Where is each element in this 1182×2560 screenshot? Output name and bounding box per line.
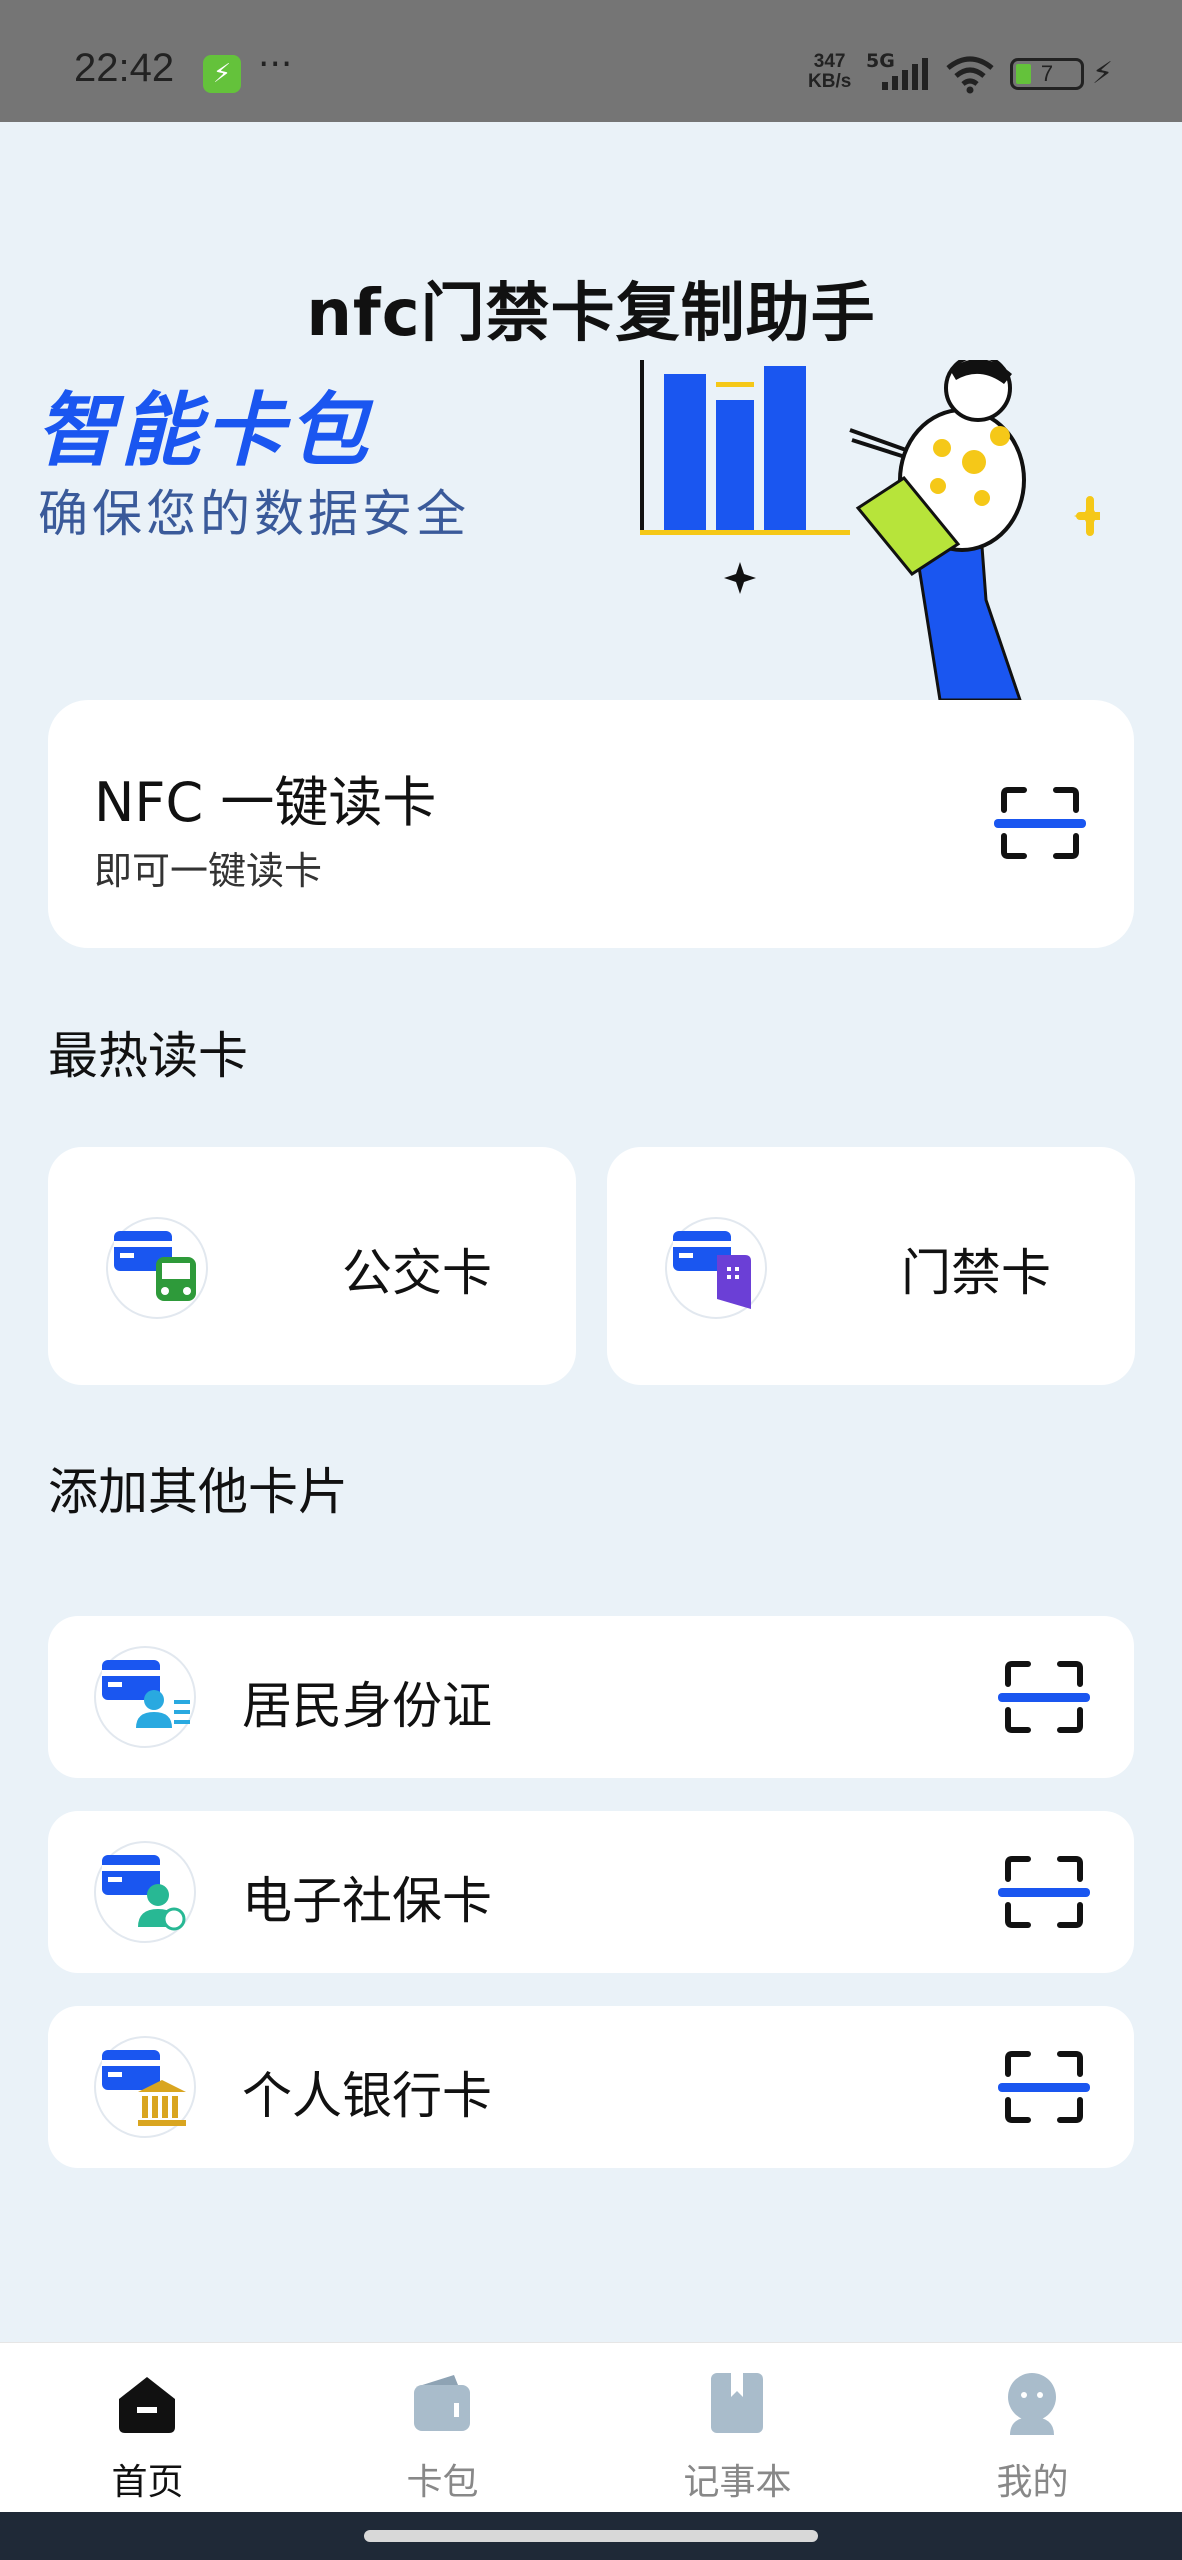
more-notifications-icon: ··· — [258, 44, 293, 85]
row-bank-card[interactable]: 个人银行卡 — [48, 2006, 1134, 2168]
system-nav-bar — [0, 2512, 1182, 2560]
scan-icon[interactable] — [998, 2050, 1090, 2124]
hot-card-bus-label: 公交卡 — [342, 1244, 492, 1302]
wallet-icon — [414, 2375, 470, 2431]
wifi-icon — [946, 56, 994, 94]
access-card-icon — [665, 1217, 767, 1319]
id-card-icon — [94, 1646, 196, 1748]
tab-wallet-label: 卡包 — [406, 2462, 479, 2503]
hot-card-access[interactable]: 门禁卡 — [607, 1147, 1135, 1385]
page-title: nfc门禁卡复制助手 — [306, 277, 876, 351]
row-social-security-card[interactable]: 电子社保卡 — [48, 1811, 1134, 1973]
banner-subtitle: 确保您的数据安全 — [38, 485, 470, 543]
bottom-tab-bar: 首页 卡包 记事本 我的 — [0, 2342, 1182, 2512]
home-indicator[interactable] — [364, 2530, 818, 2542]
row-bank-card-label: 个人银行卡 — [242, 2067, 492, 2125]
scan-icon[interactable] — [994, 786, 1086, 860]
battery-percent: 7 — [1040, 61, 1054, 86]
tab-home[interactable]: 首页 — [0, 2343, 295, 2513]
hot-card-access-label: 门禁卡 — [901, 1244, 1051, 1302]
tab-profile[interactable]: 我的 — [885, 2343, 1180, 2513]
nfc-read-subtitle: 即可一键读卡 — [94, 849, 323, 893]
row-id-card-label: 居民身份证 — [242, 1677, 492, 1735]
banner-illustration — [640, 360, 1100, 700]
charging-app-icon: ⚡ — [203, 55, 241, 93]
notebook-icon — [711, 2373, 763, 2433]
profile-icon — [1008, 2373, 1056, 2435]
network-speed: 347 KB/s — [808, 52, 851, 92]
network-speed-unit: KB/s — [808, 71, 852, 92]
tab-notebook-label: 记事本 — [683, 2462, 792, 2503]
nfc-read-card[interactable]: NFC 一键读卡 即可一键读卡 — [48, 700, 1134, 948]
tab-notebook[interactable]: 记事本 — [590, 2343, 885, 2513]
other-section-title: 添加其他卡片 — [48, 1463, 348, 1521]
hot-card-bus[interactable]: 公交卡 — [48, 1147, 576, 1385]
social-security-card-icon — [94, 1841, 196, 1943]
battery-icon: 7 — [1010, 58, 1084, 90]
network-speed-value: 347 — [813, 51, 846, 72]
banner-title: 智能卡包 — [36, 384, 372, 477]
home-icon — [119, 2377, 175, 2433]
bus-card-icon — [106, 1217, 208, 1319]
row-id-card[interactable]: 居民身份证 — [48, 1616, 1134, 1778]
signal-icon — [882, 58, 928, 90]
row-social-security-card-label: 电子社保卡 — [242, 1872, 492, 1930]
charging-icon: ⚡ — [1092, 56, 1114, 91]
tab-home-label: 首页 — [111, 2462, 184, 2503]
nfc-read-title: NFC 一键读卡 — [94, 771, 437, 834]
hot-section-title: 最热读卡 — [48, 1027, 248, 1085]
bank-card-icon — [94, 2036, 196, 2138]
tab-profile-label: 我的 — [996, 2462, 1069, 2503]
tab-wallet[interactable]: 卡包 — [295, 2343, 590, 2513]
scan-icon[interactable] — [998, 1660, 1090, 1734]
status-bar: 22:42 ⚡ ··· 347 KB/s 5G 7 ⚡ — [0, 0, 1182, 122]
status-time: 22:42 — [74, 46, 175, 90]
scan-icon[interactable] — [998, 1855, 1090, 1929]
